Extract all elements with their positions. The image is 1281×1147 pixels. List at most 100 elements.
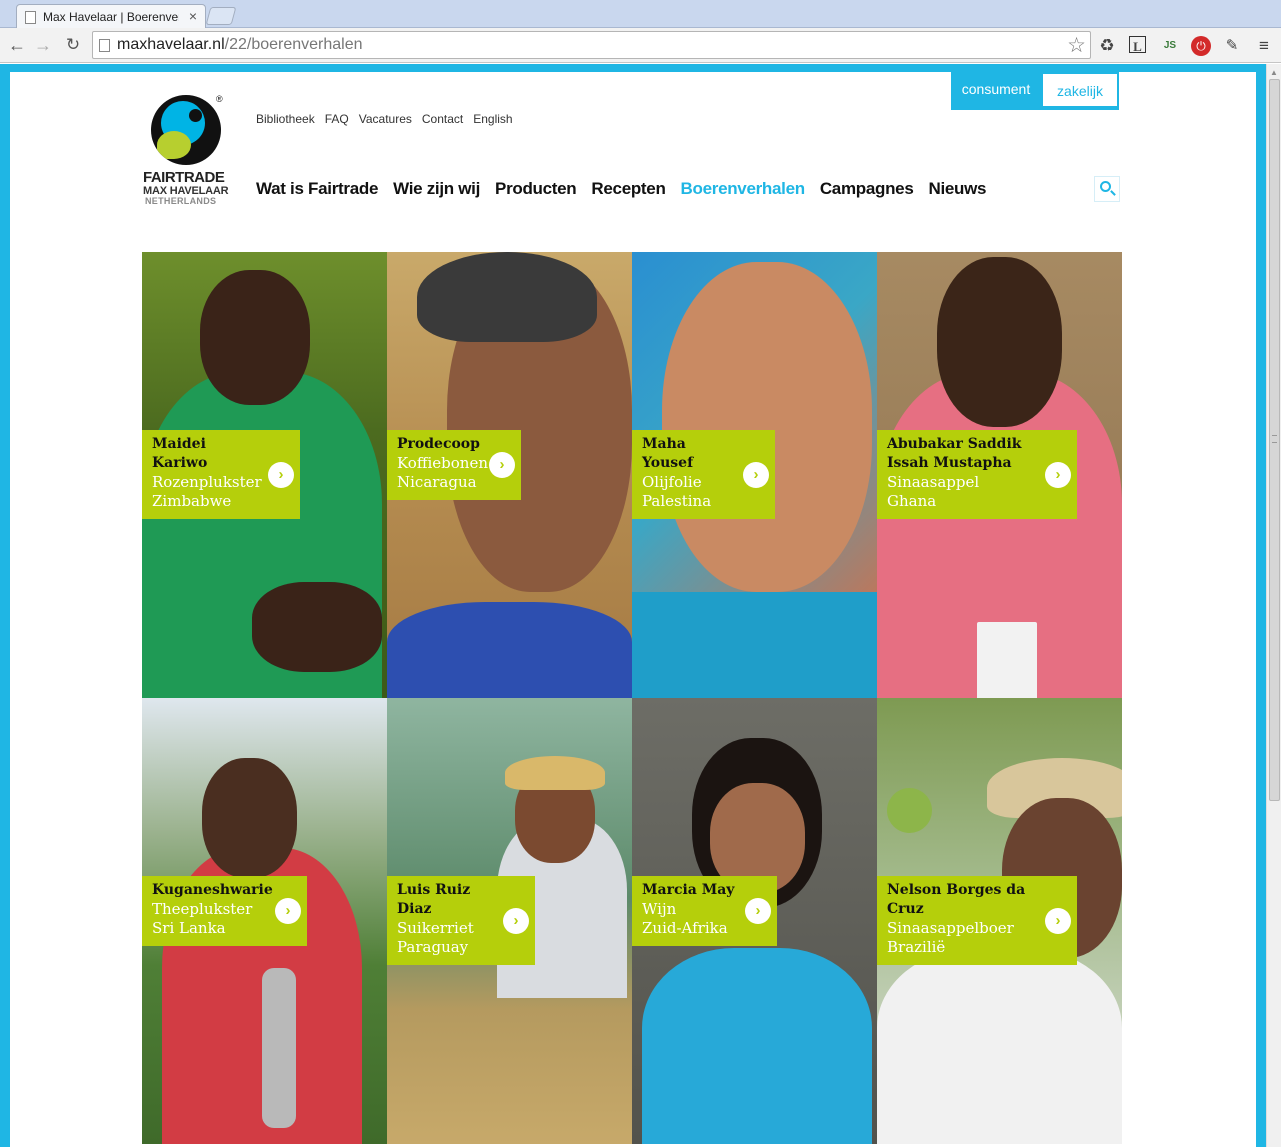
farmer-card[interactable]: Kuganeshwarie Theeplukster Sri Lanka › [142, 698, 387, 1144]
farmer-label: Abubakar Saddik Issah Mustapha Sinaasapp… [877, 430, 1077, 519]
arrow-right-icon[interactable]: › [1045, 907, 1071, 934]
farmer-label: Maidei Kariwo Rozenplukster Zimbabwe › [142, 430, 300, 519]
arrow-right-icon[interactable]: › [743, 461, 769, 488]
registered-mark: ® [216, 94, 223, 104]
farmer-name: Prodecoop [397, 436, 480, 452]
url-text: maxhavelaar.nl/22/boerenverhalen [117, 36, 363, 54]
search-button[interactable] [1094, 176, 1120, 202]
nav-producten[interactable]: Producten [495, 179, 577, 199]
l-extension-icon[interactable]: L [1129, 36, 1146, 54]
close-tab-icon[interactable]: × [189, 8, 197, 24]
nav-wie-zijn-wij[interactable]: Wie zijn wij [393, 179, 480, 199]
farmer-country: Ghana [887, 492, 937, 510]
farmer-name: Marcia May [642, 882, 735, 898]
scroll-up-icon[interactable]: ▲ [1270, 68, 1278, 77]
arrow-right-icon[interactable]: › [489, 452, 515, 478]
page-icon [25, 11, 36, 24]
farmer-label: Marcia May Wijn Zuid-Afrika › [632, 876, 777, 946]
farmer-name: Kuganeshwarie [152, 882, 273, 898]
farmer-grid: Maidei Kariwo Rozenplukster Zimbabwe › P… [142, 252, 1122, 1147]
farmer-card[interactable]: Prodecoop Koffiebonen Nicaragua › [387, 252, 632, 698]
farmer-product: Olijfolie [642, 473, 702, 491]
address-bar[interactable]: maxhavelaar.nl/22/boerenverhalen ☆ [92, 31, 1091, 59]
fairtrade-mark-icon [151, 95, 221, 165]
topnav-english[interactable]: English [473, 112, 512, 126]
farmer-country: Sri Lanka [152, 919, 226, 937]
nav-boerenverhalen[interactable]: Boerenverhalen [681, 179, 806, 199]
tab-title: Max Havelaar | Boerenverhalen [43, 10, 179, 24]
farmer-product: Suikerriet [397, 919, 474, 937]
arrow-right-icon[interactable]: › [1045, 461, 1071, 488]
farmer-name: Maha Yousef [642, 436, 694, 471]
topnav-faq[interactable]: FAQ [325, 112, 349, 126]
farmer-name: Luis Ruiz Diaz [397, 882, 471, 917]
farmer-country: Zuid-Afrika [642, 919, 728, 937]
farmer-product: Sinaasappelboer [887, 919, 1014, 937]
farmer-card[interactable]: Luis Ruiz Diaz Suikerriet Paraguay › [387, 698, 632, 1144]
zakelijk-tab[interactable]: zakelijk [1041, 72, 1119, 106]
farmer-label: Maha Yousef Olijfolie Palestina › [632, 430, 775, 519]
top-navigation: Bibliotheek FAQ Vacatures Contact Englis… [256, 112, 513, 126]
arrow-right-icon[interactable]: › [275, 898, 301, 924]
nav-nieuws[interactable]: Nieuws [929, 179, 987, 199]
page-icon [99, 39, 110, 52]
js-extension-icon[interactable]: JS [1160, 36, 1180, 56]
new-tab-button[interactable] [205, 7, 237, 25]
forward-arrow-icon[interactable]: → [32, 34, 54, 56]
farmer-card[interactable]: Maha Yousef Olijfolie Palestina › [632, 252, 877, 698]
farmer-name: Abubakar Saddik Issah Mustapha [887, 436, 1022, 471]
url-domain: maxhavelaar.nl [117, 36, 225, 53]
arrow-right-icon[interactable]: › [745, 898, 771, 924]
reload-icon[interactable]: ↻ [62, 34, 84, 56]
url-path: /22/boerenverhalen [224, 36, 363, 53]
browser-toolbar: ← → ↻ maxhavelaar.nl/22/boerenverhalen ☆… [0, 28, 1281, 63]
recycle-extension-icon[interactable]: ♻ [1097, 36, 1117, 56]
bookmark-star-icon[interactable]: ☆ [1067, 33, 1086, 58]
nav-recepten[interactable]: Recepten [591, 179, 665, 199]
arrow-right-icon[interactable]: › [268, 461, 294, 488]
fairtrade-logo[interactable]: ® FAIRTRADE MAX HAVELAAR NETHERLANDS [142, 92, 232, 206]
main-navigation: Wat is Fairtrade Wie zijn wij Producten … [256, 179, 987, 199]
nav-wat-is-fairtrade[interactable]: Wat is Fairtrade [256, 179, 378, 199]
farmer-product: Rozenplukster [152, 473, 262, 491]
search-icon [1100, 181, 1111, 192]
farmer-card[interactable]: Nelson Borges da Cruz Sinaasappelboer Br… [877, 698, 1122, 1144]
farmer-name: Nelson Borges da Cruz [887, 882, 1026, 917]
nav-campagnes[interactable]: Campagnes [820, 179, 914, 199]
logo-line-netherlands: NETHERLANDS [145, 196, 217, 206]
pen-extension-icon[interactable]: ✎ [1222, 36, 1242, 56]
page-content: ® FAIRTRADE MAX HAVELAAR NETHERLANDS Bib… [10, 72, 1256, 1147]
browser-tabstrip: Max Havelaar | Boerenverhalen × [0, 0, 1281, 29]
farmer-card[interactable]: Marcia May Wijn Zuid-Afrika › [632, 698, 877, 1144]
farmer-country: Zimbabwe [152, 492, 232, 510]
topnav-vacatures[interactable]: Vacatures [359, 112, 412, 126]
farmer-card[interactable]: Abubakar Saddik Issah Mustapha Sinaasapp… [877, 252, 1122, 698]
consument-tab[interactable]: consument [951, 72, 1041, 106]
farmer-name: Maidei Kariwo [152, 436, 208, 471]
back-arrow-icon[interactable]: ← [6, 34, 28, 56]
page-viewport: ® FAIRTRADE MAX HAVELAAR NETHERLANDS Bib… [0, 64, 1266, 1147]
scrollbar-thumb[interactable] [1269, 79, 1280, 801]
farmer-label: Luis Ruiz Diaz Suikerriet Paraguay › [387, 876, 535, 965]
farmer-product: Koffiebonen [397, 454, 488, 472]
farmer-label: Prodecoop Koffiebonen Nicaragua › [387, 430, 521, 500]
farmer-product: Sinaasappel [887, 473, 980, 491]
farmer-card[interactable]: Maidei Kariwo Rozenplukster Zimbabwe › [142, 252, 387, 698]
farmer-country: Paraguay [397, 938, 469, 956]
farmer-product: Wijn [642, 900, 677, 918]
logo-line-fairtrade: FAIRTRADE [143, 169, 225, 186]
audience-switch: consument zakelijk [951, 72, 1119, 110]
farmer-country: Palestina [642, 492, 712, 510]
browser-tab[interactable]: Max Havelaar | Boerenverhalen × [16, 4, 206, 29]
topnav-contact[interactable]: Contact [422, 112, 463, 126]
farmer-product: Theeplukster [152, 900, 253, 918]
topnav-bibliotheek[interactable]: Bibliotheek [256, 112, 315, 126]
farmer-label: Nelson Borges da Cruz Sinaasappelboer Br… [877, 876, 1077, 965]
arrow-right-icon[interactable]: › [503, 907, 529, 934]
farmer-country: Brazilië [887, 938, 946, 956]
adblock-extension-icon[interactable]: ⏻ [1191, 36, 1211, 56]
farmer-label: Kuganeshwarie Theeplukster Sri Lanka › [142, 876, 307, 946]
menu-wrench-icon[interactable]: ≡ [1254, 36, 1274, 56]
farmer-country: Nicaragua [397, 473, 477, 491]
vertical-scrollbar[interactable]: ▲ [1266, 64, 1281, 1147]
